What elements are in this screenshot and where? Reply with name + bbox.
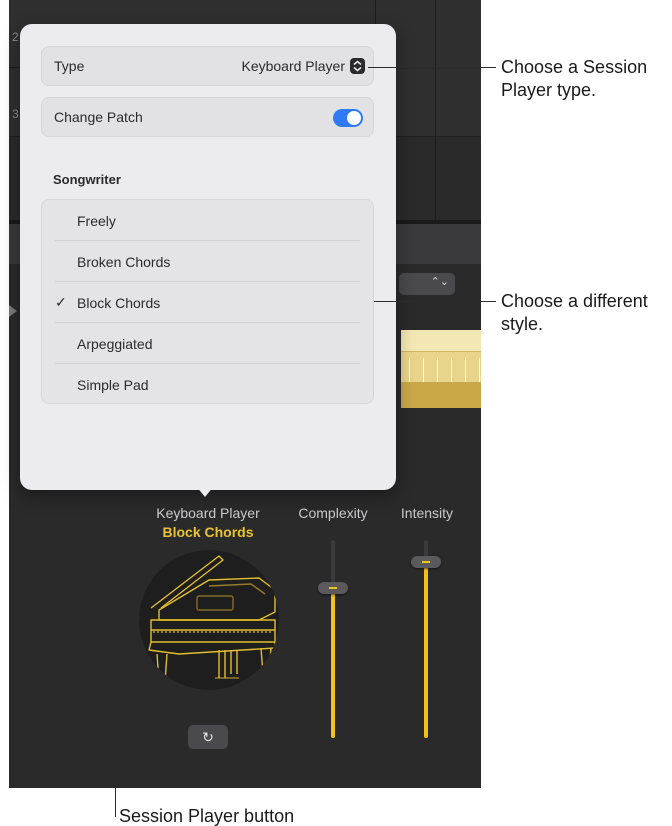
callout-style-line1: Choose a different [501, 291, 648, 311]
type-value: Keyboard Player [241, 58, 345, 74]
refresh-button[interactable]: ↻ [188, 725, 228, 749]
callout-line-style [374, 301, 496, 302]
change-patch-label: Change Patch [54, 109, 143, 125]
grid-line [435, 0, 436, 220]
style-label: Broken Chords [77, 254, 171, 270]
toggle-knob [347, 111, 361, 125]
callout-line-button-v [115, 617, 116, 817]
track-number: 2 [12, 30, 19, 44]
popover-arrow [196, 486, 214, 497]
disclosure-triangle-icon[interactable] [9, 305, 17, 317]
complexity-slider-fill [331, 587, 335, 738]
style-item-block-chords[interactable]: ✓ Block Chords [42, 282, 373, 323]
grand-piano-icon [148, 555, 276, 683]
intensity-slider-fill [424, 561, 428, 738]
region-notes [401, 358, 481, 382]
checkmark-icon: ✓ [55, 294, 67, 310]
region-header [401, 330, 481, 352]
change-patch-toggle[interactable] [333, 109, 363, 127]
change-patch-row: Change Patch [41, 97, 374, 137]
up-down-chevron-icon: ⌃⌄ [430, 276, 449, 288]
session-player-button[interactable] [139, 550, 279, 690]
editor-select[interactable]: ⌃⌄ [399, 273, 455, 295]
up-down-chevron-icon[interactable] [350, 58, 365, 74]
session-player-popover: Type Keyboard Player Change Patch Songwr… [20, 24, 396, 490]
style-item-arpeggiated[interactable]: Arpeggiated [42, 323, 373, 364]
style-label: Simple Pad [77, 377, 149, 393]
player-type-label: Keyboard Player [156, 505, 260, 521]
type-popup-row[interactable]: Type Keyboard Player [41, 46, 374, 86]
style-item-freely[interactable]: Freely [42, 200, 373, 241]
style-item-simple-pad[interactable]: Simple Pad [42, 364, 373, 405]
complexity-slider-thumb[interactable] [318, 581, 348, 594]
style-list: Freely Broken Chords ✓ Block Chords Arpe… [41, 199, 374, 404]
refresh-icon: ↻ [202, 729, 214, 745]
style-label: Arpeggiated [77, 336, 153, 352]
callout-style-line2: style. [501, 314, 544, 334]
track-number: 3 [12, 107, 19, 121]
callout-button-label: Session Player button [119, 806, 295, 826]
callout-line-type [368, 67, 496, 68]
complexity-label: Complexity [298, 505, 368, 521]
style-item-broken-chords[interactable]: Broken Chords [42, 241, 373, 282]
callout-type-line2: Player type. [501, 80, 597, 100]
session-player-region[interactable] [401, 330, 481, 408]
callout-line-button-h [115, 617, 140, 618]
style-label: Block Chords [77, 295, 161, 311]
player-style-label: Block Chords [162, 524, 254, 540]
type-label: Type [54, 58, 85, 74]
intensity-label: Intensity [400, 505, 454, 521]
region-body [401, 382, 481, 408]
songwriter-heading: Songwriter [53, 172, 121, 187]
callout-type-line1: Choose a Session [501, 57, 648, 77]
intensity-slider-thumb[interactable] [411, 555, 441, 568]
style-label: Freely [77, 213, 116, 229]
